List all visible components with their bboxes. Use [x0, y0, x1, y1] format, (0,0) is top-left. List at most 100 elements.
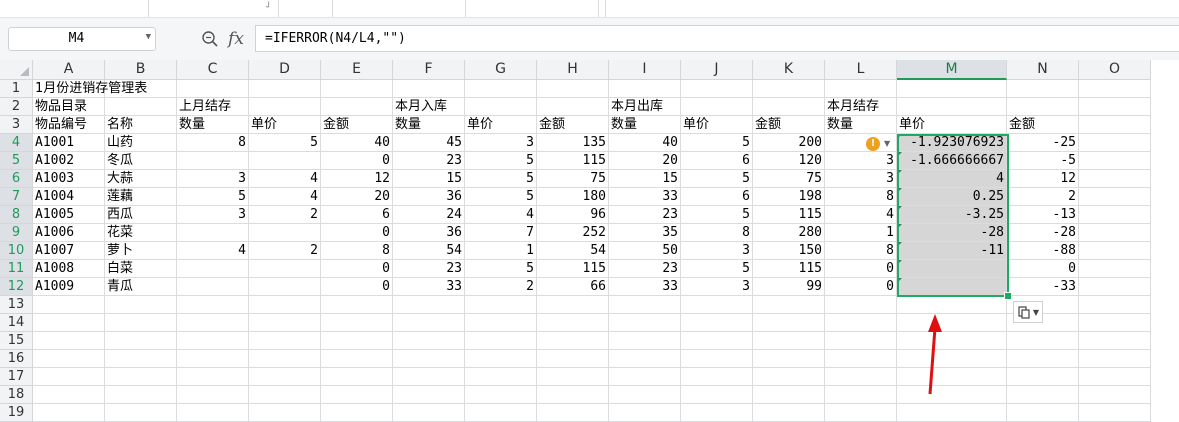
cell-a14[interactable] [33, 314, 105, 332]
cell-c14[interactable] [177, 314, 249, 332]
cell-l18[interactable] [825, 386, 897, 404]
cell-e14[interactable] [321, 314, 393, 332]
cell-f11[interactable]: 23 [393, 260, 465, 278]
cell-h4[interactable]: 135 [537, 134, 609, 152]
cell-c9[interactable] [177, 224, 249, 242]
cell-c18[interactable] [177, 386, 249, 404]
column-header-l[interactable]: L [825, 60, 897, 80]
cell-e19[interactable] [321, 404, 393, 422]
cell-d12[interactable] [249, 278, 321, 296]
cell-f14[interactable] [393, 314, 465, 332]
cell-j17[interactable] [681, 368, 753, 386]
cell-g18[interactable] [465, 386, 537, 404]
cell-f15[interactable] [393, 332, 465, 350]
cell-l7[interactable]: 8 [825, 188, 897, 206]
cell-d11[interactable] [249, 260, 321, 278]
cell-h1[interactable] [537, 80, 609, 98]
cell-a7[interactable]: A1004 [33, 188, 105, 206]
cell-c1[interactable] [177, 80, 249, 98]
cell-h15[interactable] [537, 332, 609, 350]
row-header-13[interactable]: 13 [0, 296, 33, 314]
cell-l9[interactable]: 1 [825, 224, 897, 242]
cell-d18[interactable] [249, 386, 321, 404]
cell-c19[interactable] [177, 404, 249, 422]
cell-m11[interactable] [897, 260, 1007, 278]
cell-o10[interactable] [1079, 242, 1151, 260]
cell-o7[interactable] [1079, 188, 1151, 206]
cell-l17[interactable] [825, 368, 897, 386]
cell-i7[interactable]: 33 [609, 188, 681, 206]
cell-l15[interactable] [825, 332, 897, 350]
cell-b13[interactable] [105, 296, 177, 314]
fill-handle[interactable] [1004, 292, 1012, 300]
cell-h14[interactable] [537, 314, 609, 332]
cell-m8[interactable]: -3.25 [897, 206, 1007, 224]
cell-o18[interactable] [1079, 386, 1151, 404]
cell-d16[interactable] [249, 350, 321, 368]
cell-k13[interactable] [753, 296, 825, 314]
cell-f13[interactable] [393, 296, 465, 314]
formula-input[interactable]: =IFERROR(N4/L4,"") [255, 25, 1179, 52]
cell-k1[interactable] [753, 80, 825, 98]
cell-k5[interactable]: 120 [753, 152, 825, 170]
cell-a15[interactable] [33, 332, 105, 350]
cell-e17[interactable] [321, 368, 393, 386]
cell-a17[interactable] [33, 368, 105, 386]
chevron-down-icon[interactable]: ▼ [146, 32, 151, 42]
cell-n4[interactable]: -25 [1007, 134, 1079, 152]
cell-b3[interactable]: 名称 [105, 116, 177, 134]
cell-g17[interactable] [465, 368, 537, 386]
cell-l14[interactable] [825, 314, 897, 332]
cell-n17[interactable] [1007, 368, 1079, 386]
cell-f10[interactable]: 54 [393, 242, 465, 260]
cell-h6[interactable]: 75 [537, 170, 609, 188]
cell-f6[interactable]: 15 [393, 170, 465, 188]
column-header-c[interactable]: C [177, 60, 249, 80]
cell-i4[interactable]: 40 [609, 134, 681, 152]
cell-d15[interactable] [249, 332, 321, 350]
cell-b11[interactable]: 白菜 [105, 260, 177, 278]
column-header-n[interactable]: N [1007, 60, 1079, 80]
cell-m18[interactable] [897, 386, 1007, 404]
cell-b14[interactable] [105, 314, 177, 332]
cell-e4[interactable]: 40 [321, 134, 393, 152]
cell-b12[interactable]: 青瓜 [105, 278, 177, 296]
cell-c2[interactable]: 上月结存 [177, 98, 249, 116]
cell-e8[interactable]: 6 [321, 206, 393, 224]
cell-k9[interactable]: 280 [753, 224, 825, 242]
cell-a16[interactable] [33, 350, 105, 368]
cell-n6[interactable]: 12 [1007, 170, 1079, 188]
column-header-g[interactable]: G [465, 60, 537, 80]
cell-c7[interactable]: 5 [177, 188, 249, 206]
cell-n9[interactable]: -28 [1007, 224, 1079, 242]
cell-g11[interactable]: 5 [465, 260, 537, 278]
cell-e5[interactable]: 0 [321, 152, 393, 170]
cell-f12[interactable]: 33 [393, 278, 465, 296]
cell-o6[interactable] [1079, 170, 1151, 188]
row-header-8[interactable]: 8 [0, 206, 33, 224]
cell-i17[interactable] [609, 368, 681, 386]
cell-a12[interactable]: A1009 [33, 278, 105, 296]
cell-k10[interactable]: 150 [753, 242, 825, 260]
row-header-12[interactable]: 12 [0, 278, 33, 296]
cell-i3[interactable]: 数量 [609, 116, 681, 134]
cell-a9[interactable]: A1006 [33, 224, 105, 242]
cell-d1[interactable] [249, 80, 321, 98]
cell-k8[interactable]: 115 [753, 206, 825, 224]
column-header-f[interactable]: F [393, 60, 465, 80]
cell-b19[interactable] [105, 404, 177, 422]
row-header-17[interactable]: 17 [0, 368, 33, 386]
cell-e9[interactable]: 0 [321, 224, 393, 242]
cell-f3[interactable]: 数量 [393, 116, 465, 134]
cell-o14[interactable] [1079, 314, 1151, 332]
cell-d19[interactable] [249, 404, 321, 422]
cell-i19[interactable] [609, 404, 681, 422]
cell-l1[interactable] [825, 80, 897, 98]
cell-i11[interactable]: 23 [609, 260, 681, 278]
cell-e2[interactable] [321, 98, 393, 116]
cell-d4[interactable]: 5 [249, 134, 321, 152]
cell-n7[interactable]: 2 [1007, 188, 1079, 206]
cell-m3[interactable]: 单价 [897, 116, 1007, 134]
cell-j18[interactable] [681, 386, 753, 404]
cell-h3[interactable]: 金额 [537, 116, 609, 134]
